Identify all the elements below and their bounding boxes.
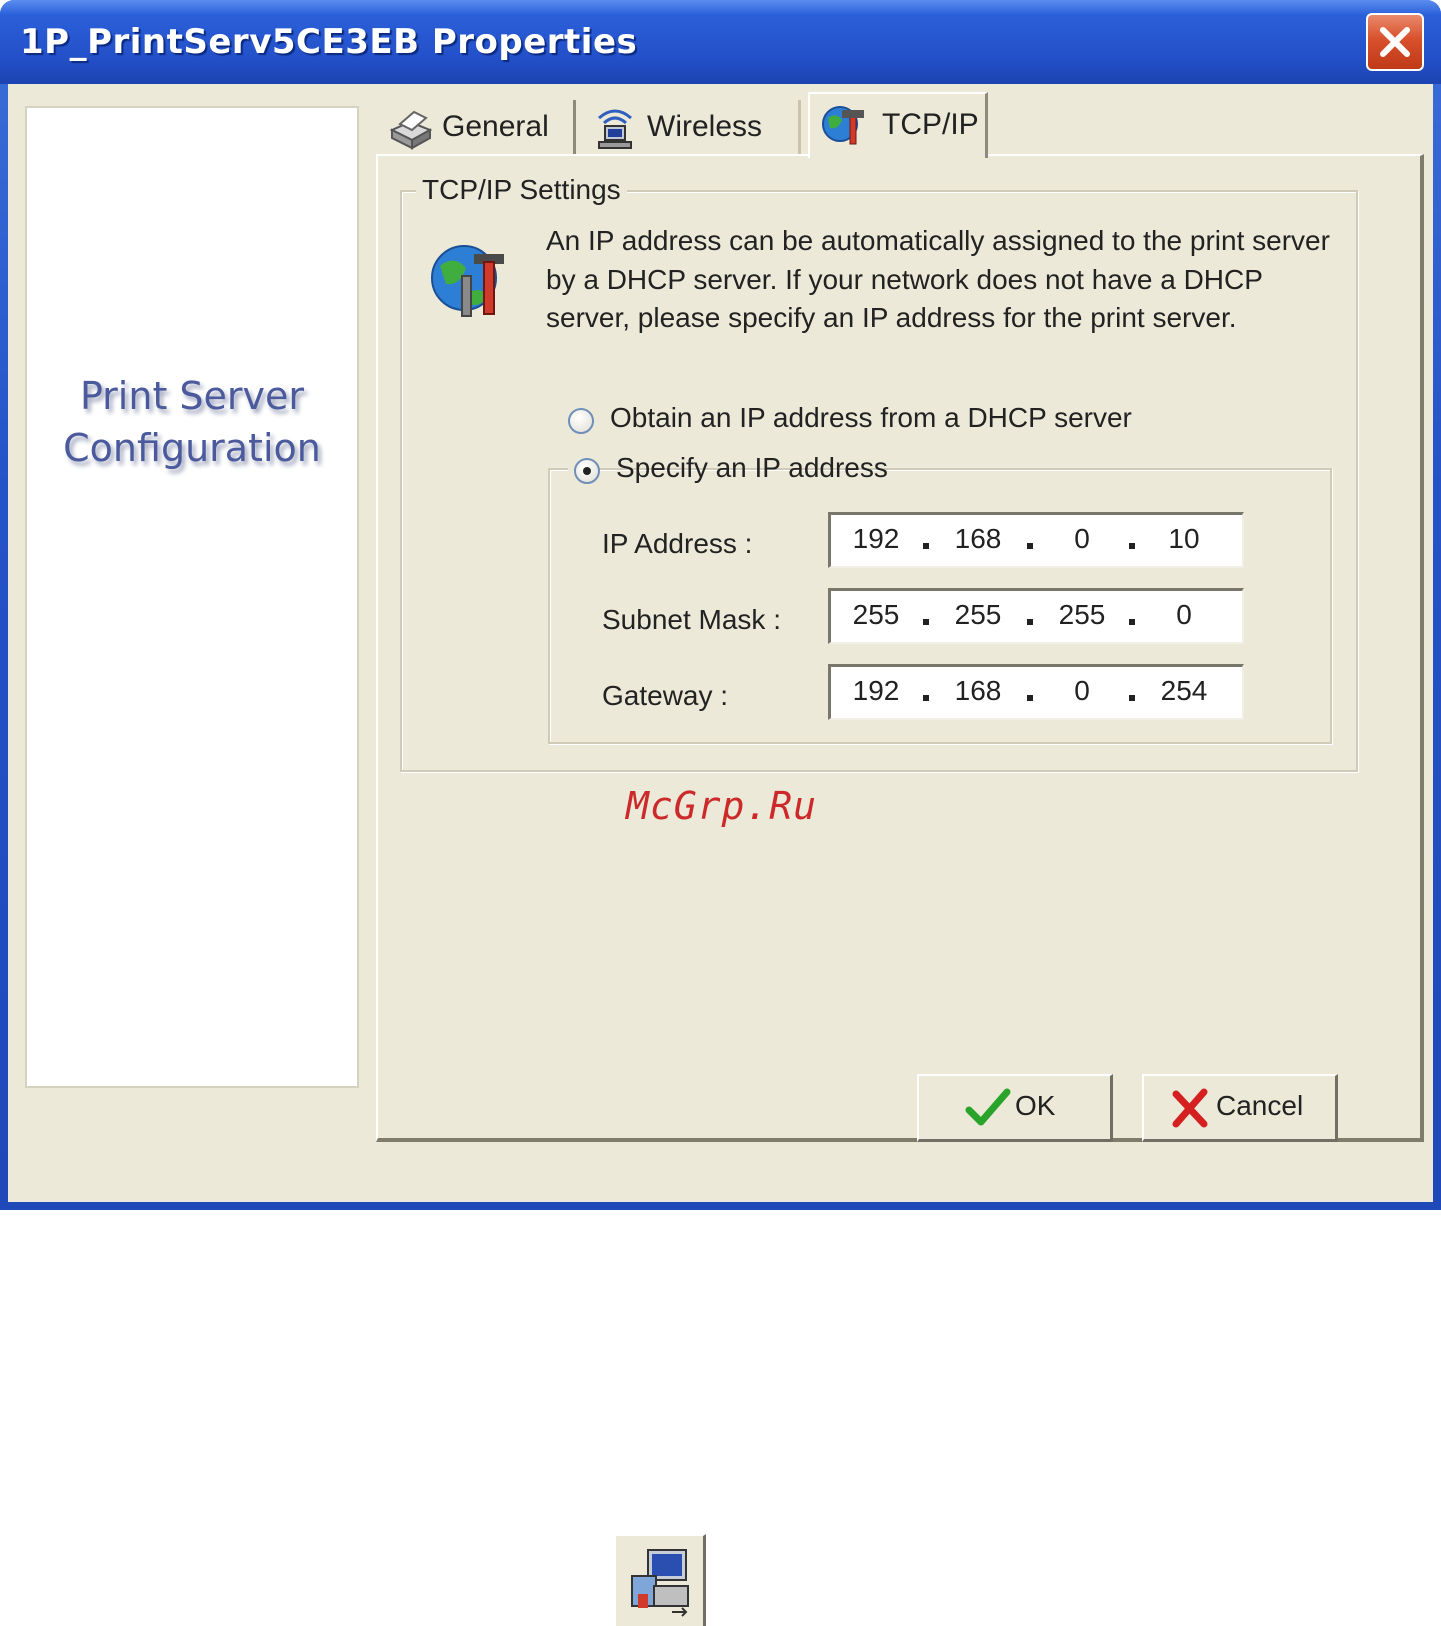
close-icon — [1380, 27, 1410, 57]
tab-wireless[interactable]: Wireless — [581, 100, 801, 156]
window-title: 1P_PrintServ5CE3EB Properties — [20, 22, 638, 62]
ip-address-label: IP Address : — [602, 528, 753, 559]
banner-line-2: Configuration — [63, 426, 321, 470]
tcpip-tab-page: TCP/IP Settings An IP address can be aut… — [376, 154, 1424, 1142]
close-button[interactable] — [1366, 13, 1424, 71]
tab-wireless-label: Wireless — [647, 110, 763, 143]
static-ip-group: IP Address : 192 168 0 10 Subnet Mask : … — [548, 468, 1332, 744]
tcpip-settings-title: TCP/IP Settings — [416, 174, 627, 206]
cancel-button-label: Cancel — [1216, 1090, 1304, 1121]
gateway-octet-3[interactable]: 0 — [1047, 675, 1117, 707]
static-ip-radio-option[interactable]: Specify an IP address — [568, 452, 888, 490]
octet-separator — [1027, 543, 1033, 549]
subnet-mask-label: Subnet Mask : — [602, 604, 781, 635]
tab-tcpip-label: TCP/IP — [882, 108, 979, 141]
ok-button-label: OK — [1015, 1090, 1056, 1121]
dhcp-radio-button[interactable] — [568, 408, 594, 434]
gateway-octet-2[interactable]: 168 — [943, 675, 1013, 707]
wireless-icon — [591, 104, 639, 160]
side-banner: Print Server Configuration — [25, 106, 359, 1088]
globe-tools-icon — [426, 236, 514, 329]
subnet-octet-1[interactable]: 255 — [841, 599, 911, 631]
cancel-button[interactable]: Cancel — [1142, 1074, 1338, 1142]
tcpip-description: An IP address can be automatically assig… — [546, 225, 1330, 333]
gateway-octet-4[interactable]: 254 — [1149, 675, 1219, 707]
octet-separator — [1027, 695, 1033, 701]
octet-separator — [1129, 619, 1135, 625]
ip-octet-2[interactable]: 168 — [943, 523, 1013, 555]
subnet-octet-3[interactable]: 255 — [1047, 599, 1117, 631]
banner-line-1: Print Server — [79, 374, 305, 418]
static-ip-radio-label: Specify an IP address — [616, 452, 888, 483]
octet-separator — [1027, 619, 1033, 625]
tcpip-settings-group: TCP/IP Settings An IP address can be aut… — [400, 174, 1358, 772]
octet-separator — [1129, 543, 1135, 549]
tab-general[interactable]: General — [376, 100, 576, 156]
octet-separator — [1129, 695, 1135, 701]
subnet-mask-field[interactable]: 255 255 255 0 — [828, 588, 1244, 644]
banner-title: Print Server Configuration — [27, 370, 357, 474]
gateway-octet-1[interactable]: 192 — [841, 675, 911, 707]
dhcp-radio-label: Obtain an IP address from a DHCP server — [610, 402, 1132, 433]
ok-button[interactable]: OK — [917, 1074, 1113, 1142]
tab-tcpip[interactable]: TCP/IP — [808, 92, 988, 158]
static-ip-radio-button[interactable] — [574, 458, 600, 484]
checkmark-icon — [965, 1088, 1011, 1135]
tab-general-label: General — [442, 110, 549, 143]
properties-window: 1P_PrintServ5CE3EB Properties Print Serv… — [0, 0, 1441, 1210]
ip-address-field[interactable]: 192 168 0 10 — [828, 512, 1244, 568]
octet-separator — [923, 695, 929, 701]
subnet-octet-2[interactable]: 255 — [943, 599, 1013, 631]
title-bar[interactable]: 1P_PrintServ5CE3EB Properties — [0, 0, 1441, 84]
ip-octet-3[interactable]: 0 — [1047, 523, 1117, 555]
printer-icon — [386, 104, 434, 158]
network-tools-icon — [820, 100, 870, 158]
computer-printer-icon — [631, 1549, 689, 1617]
octet-separator — [923, 619, 929, 625]
watermark-text: McGrp.Ru — [626, 784, 818, 828]
ip-octet-1[interactable]: 192 — [841, 523, 911, 555]
print-server-toolbar-button[interactable] — [614, 1534, 706, 1626]
octet-separator — [923, 543, 929, 549]
ip-octet-4[interactable]: 10 — [1149, 523, 1219, 555]
subnet-octet-4[interactable]: 0 — [1149, 599, 1219, 631]
gateway-label: Gateway : — [602, 680, 729, 711]
red-x-icon — [1170, 1088, 1210, 1135]
dialog-client-area: Print Server Configuration General Wirel… — [8, 84, 1433, 1202]
gateway-field[interactable]: 192 168 0 254 — [828, 664, 1244, 720]
